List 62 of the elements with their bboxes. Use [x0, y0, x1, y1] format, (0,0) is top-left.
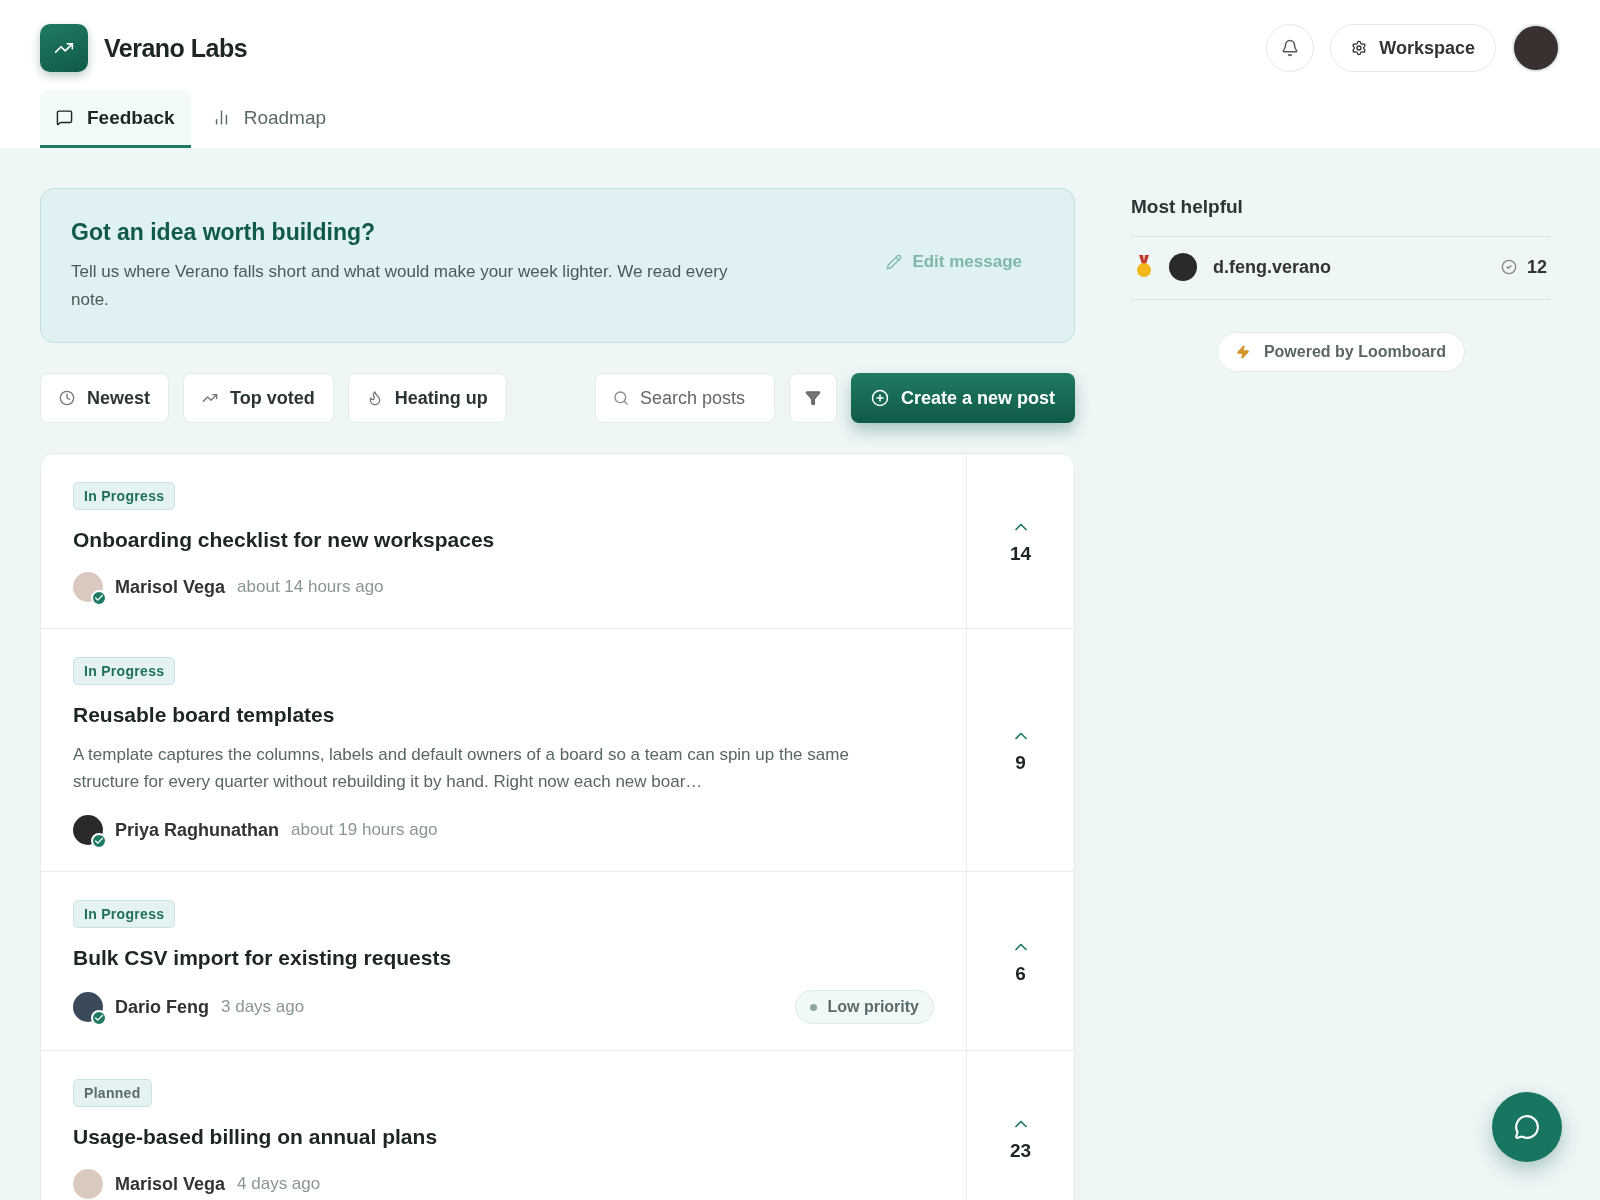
author-name: Priya Raghunathan	[115, 819, 280, 841]
leader-avatar	[1169, 253, 1197, 281]
post-excerpt: A template captures the columns, labels and default owners of a board so a team can spin up the same structure for every quarter without rebuilding it by hand. Right now each new boar…	[73, 744, 850, 793]
tab[interactable]: Feedback	[40, 90, 191, 148]
settings-icon	[1351, 40, 1368, 56]
check-icon	[94, 1013, 104, 1023]
vote-count: 23	[1009, 1140, 1032, 1162]
post-time: about 19 hours ago	[291, 820, 438, 840]
status-tag: In Progress	[73, 657, 176, 685]
banner-title: Got an idea worth building?	[71, 219, 377, 246]
check-icon	[94, 836, 104, 846]
check-icon	[94, 593, 104, 603]
sort-button[interactable]: Newest	[40, 373, 170, 423]
status-tag: In Progress	[73, 900, 176, 928]
leader-count: 12	[1526, 256, 1547, 278]
message-icon	[56, 109, 73, 126]
sort-button[interactable]: Top voted	[183, 373, 334, 423]
create-post-button[interactable]: Create a new post	[850, 373, 1075, 423]
plus-icon	[870, 389, 889, 407]
post-title[interactable]: Reusable board templates	[73, 703, 335, 727]
post-card[interactable]: In Progress Bulk CSV import for existing requests Dario Feng 3 days ago Low priority 6	[41, 872, 1074, 1051]
post-title[interactable]: Onboarding checklist for new workspaces	[73, 528, 495, 552]
medal-icon	[1135, 255, 1153, 279]
author-name: Marisol Vega	[115, 1173, 226, 1195]
leader-name[interactable]: d.feng.verano	[1213, 256, 1332, 278]
post-time: about 14 hours ago	[237, 577, 384, 597]
user-avatar[interactable]	[1512, 24, 1560, 72]
sidebar-title: Most helpful	[1131, 196, 1551, 237]
post-time: 4 days ago	[237, 1174, 321, 1194]
brand-name: Verano Labs	[104, 33, 248, 63]
banner-text: Tell us where Verano falls short and what would make your week lighter. We read every note.	[71, 261, 729, 311]
post-title[interactable]: Bulk CSV import for existing requests	[73, 946, 452, 970]
notifications-button[interactable]	[1266, 24, 1315, 72]
lightning-icon	[1235, 345, 1250, 359]
vote-count: 9	[1015, 752, 1026, 774]
filter-button[interactable]	[788, 373, 837, 423]
powered-by-link[interactable]: Powered by Loomboard	[1216, 332, 1466, 372]
post-title[interactable]: Usage-based billing on annual plans	[73, 1125, 438, 1149]
post-card[interactable]: Planned Usage-based billing on annual plans Marisol Vega 4 days ago 23	[41, 1051, 1074, 1200]
pencil-icon	[886, 254, 903, 270]
chat-button[interactable]	[1492, 1092, 1562, 1162]
workspace-button[interactable]: Workspace	[1330, 24, 1496, 72]
tab[interactable]: Roadmap	[196, 90, 343, 148]
status-tag: In Progress	[73, 482, 176, 510]
search-icon	[612, 390, 629, 406]
chat-icon	[1514, 1114, 1540, 1140]
priority-badge: Low priority	[795, 990, 934, 1024]
filter-icon	[804, 390, 821, 406]
author-name: Marisol Vega	[115, 576, 226, 598]
status-tag: Planned	[73, 1079, 152, 1107]
bell-icon	[1281, 39, 1300, 57]
check-icon	[1500, 259, 1517, 275]
clock-icon	[59, 390, 75, 406]
post-card[interactable]: In Progress Onboarding checklist for new workspaces Marisol Vega about 14 hours ago 14	[41, 454, 1074, 629]
vote-count: 6	[1015, 963, 1026, 985]
sort-button[interactable]: Heating up	[347, 373, 507, 423]
search-field[interactable]: Search posts	[594, 373, 775, 423]
post-time: 3 days ago	[221, 997, 305, 1017]
author-name: Dario Feng	[115, 996, 209, 1018]
logo	[40, 24, 88, 72]
post-card[interactable]	[41, 629, 1074, 872]
vote-count: 14	[1009, 543, 1032, 565]
